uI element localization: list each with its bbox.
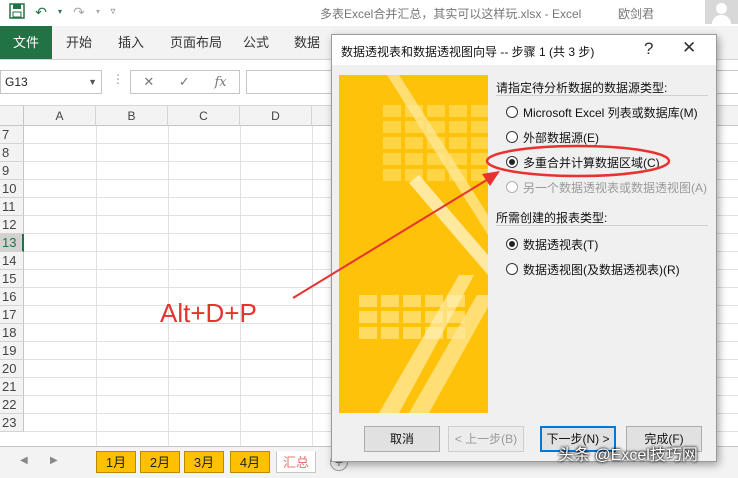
confirm-entry-icon[interactable]: ✓ [179,74,190,90]
formula-bar-grip-icon[interactable]: ⋮ [112,72,125,86]
name-box-dropdown-icon[interactable]: ▼ [88,71,97,93]
option-pivot-table-label: 数据透视表(T) [523,237,599,252]
title-bar: ↶ ▾ ↷ ▾ ▿ 多表Excel合并汇总，其实可以这样玩.xlsx - Exc… [0,0,738,26]
row-header[interactable]: 19 [0,342,24,360]
tab-page-layout[interactable]: 页面布局 [160,26,232,59]
option-pivot-chart-label: 数据透视图(及数据透视表)(R) [523,262,680,277]
tab-home[interactable]: 开始 [56,26,102,59]
customize-qat-icon[interactable]: ▿ [108,3,118,21]
row-header[interactable]: 15 [0,270,24,288]
column-header-a[interactable]: A [24,106,96,126]
avatar[interactable] [705,0,738,24]
pivot-wizard-dialog: 数据透视表和数据透视图向导 -- 步骤 1 (共 3 步) ? ✕ 请指定待分析… [331,34,717,462]
grid-column-line [312,126,313,446]
row-header[interactable]: 17 [0,306,24,324]
report-group-divider [496,225,708,226]
row-header[interactable]: 14 [0,252,24,270]
dialog-title-bar: 数据透视表和数据透视图向导 -- 步骤 1 (共 3 步) ? ✕ [332,35,716,65]
option-excel-list[interactable]: Microsoft Excel 列表或数据库(M) [506,103,698,121]
row-header[interactable]: 20 [0,360,24,378]
option-pivot-chart[interactable]: 数据透视图(及数据透视表)(R) [506,260,680,278]
name-box[interactable]: G13 ▼ [0,70,102,94]
option-excel-list-label: Microsoft Excel 列表或数据库(M) [523,105,698,120]
undo-dropdown-icon[interactable]: ▾ [56,3,64,21]
user-name[interactable]: 欧剑君 [618,5,654,22]
row-header[interactable]: 8 [0,144,24,162]
prev-sheet-icon[interactable]: ◀ [20,455,28,466]
tab-insert[interactable]: 插入 [108,26,154,59]
sheet-tab-summary[interactable]: 汇总 [276,451,316,473]
row-header[interactable]: 23 [0,414,24,432]
row-header[interactable]: 18 [0,324,24,342]
row-header[interactable]: 9 [0,162,24,180]
column-header-d[interactable]: D [240,106,312,126]
formula-buttons: ✕ ✓ fx [130,70,240,94]
insert-function-icon[interactable]: fx [214,75,226,90]
row-header[interactable]: 13 [0,234,24,252]
document-title: 多表Excel合并汇总，其实可以这样玩.xlsx - Excel [320,7,582,21]
back-button: < 上一步(B) [448,426,524,452]
radio-multiple-consolidation[interactable] [506,156,518,168]
undo-icon[interactable]: ↶ [32,3,50,21]
sheet-tab-apr[interactable]: 4月 [230,451,270,473]
row-header[interactable]: 11 [0,198,24,216]
wizard-illustration [339,75,488,413]
row-header[interactable]: 22 [0,396,24,414]
tab-file[interactable]: 文件 [0,26,52,59]
column-header-c[interactable]: C [168,106,240,126]
redo-dropdown-icon[interactable]: ▾ [94,3,102,21]
radio-pivot-chart[interactable] [506,263,518,275]
watermark: 头条 @Excel技巧网 [558,447,698,464]
next-sheet-icon[interactable]: ▶ [50,455,58,466]
redo-icon[interactable]: ↷ [70,3,88,21]
grid-column-line [96,126,97,446]
quick-access-toolbar: ↶ ▾ ↷ ▾ ▿ [8,3,118,21]
option-multiple-consolidation[interactable]: 多重合并计算数据区域(C) [506,153,660,171]
close-icon[interactable]: ✕ [682,38,696,58]
shortcut-annotation: Alt+D+P [160,298,257,328]
radio-pivot-table[interactable] [506,238,518,250]
option-another-pivot: 另一个数据透视表或数据透视图(A) [506,178,707,196]
row-header[interactable]: 12 [0,216,24,234]
option-multiple-consolidation-label: 多重合并计算数据区域(C) [523,155,660,170]
row-header[interactable]: 10 [0,180,24,198]
tab-formulas[interactable]: 公式 [233,26,279,59]
radio-excel-list[interactable] [506,106,518,118]
cancel-entry-icon[interactable]: ✕ [143,74,154,90]
grid-column-line [240,126,241,446]
option-pivot-table[interactable]: 数据透视表(T) [506,235,598,253]
cancel-button[interactable]: 取消 [364,426,440,452]
source-group-divider [496,95,708,96]
sheet-tab-mar[interactable]: 3月 [184,451,224,473]
row-header[interactable]: 16 [0,288,24,306]
name-box-value: G13 [5,75,28,89]
tab-data[interactable]: 数据 [284,26,330,59]
source-group-label: 请指定待分析数据的数据源类型: [496,81,668,95]
sheet-tab-feb[interactable]: 2月 [140,451,180,473]
radio-external-source[interactable] [506,131,518,143]
option-external-source-label: 外部数据源(E) [523,130,599,145]
select-all-corner[interactable] [0,106,24,126]
option-another-pivot-label: 另一个数据透视表或数据透视图(A) [523,180,707,195]
row-header[interactable]: 7 [0,126,24,144]
dialog-title: 数据透视表和数据透视图向导 -- 步骤 1 (共 3 步) [341,45,595,59]
report-group-label: 所需创建的报表类型: [496,211,608,225]
radio-another-pivot [506,181,518,193]
sheet-tab-jan[interactable]: 1月 [96,451,136,473]
help-icon[interactable]: ? [644,39,653,59]
save-icon[interactable] [8,3,26,21]
row-header[interactable]: 21 [0,378,24,396]
grid-column-line [168,126,169,446]
option-external-source[interactable]: 外部数据源(E) [506,128,599,146]
column-header-b[interactable]: B [96,106,168,126]
